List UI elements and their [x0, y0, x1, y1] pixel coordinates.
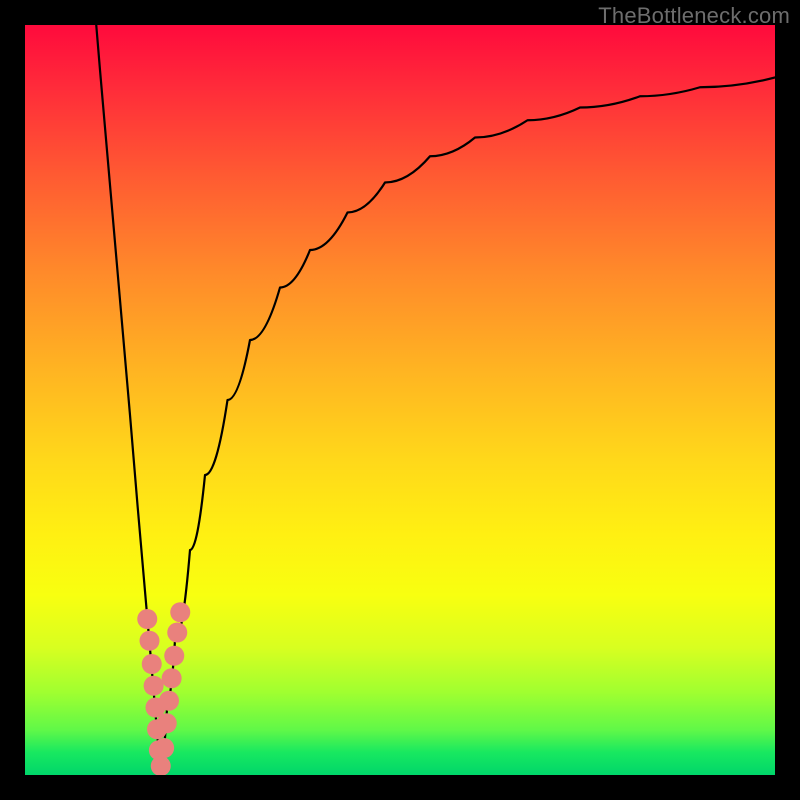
chart-frame: TheBottleneck.com	[0, 0, 800, 800]
marker-dot	[167, 623, 187, 643]
plot-area	[25, 25, 775, 775]
marker-dot	[144, 676, 164, 696]
marker-dot	[170, 602, 190, 622]
marker-dot	[164, 646, 184, 666]
marker-dot	[159, 691, 179, 711]
marker-dot	[137, 609, 157, 629]
marker-dot	[157, 713, 177, 733]
marker-dot	[140, 631, 160, 651]
marker-dot	[154, 738, 174, 758]
marker-layer	[137, 602, 190, 775]
chart-svg	[25, 25, 775, 775]
curve-right-branch	[160, 78, 775, 768]
marker-dot	[142, 654, 162, 674]
marker-dot	[151, 756, 171, 775]
marker-dot	[162, 668, 182, 688]
